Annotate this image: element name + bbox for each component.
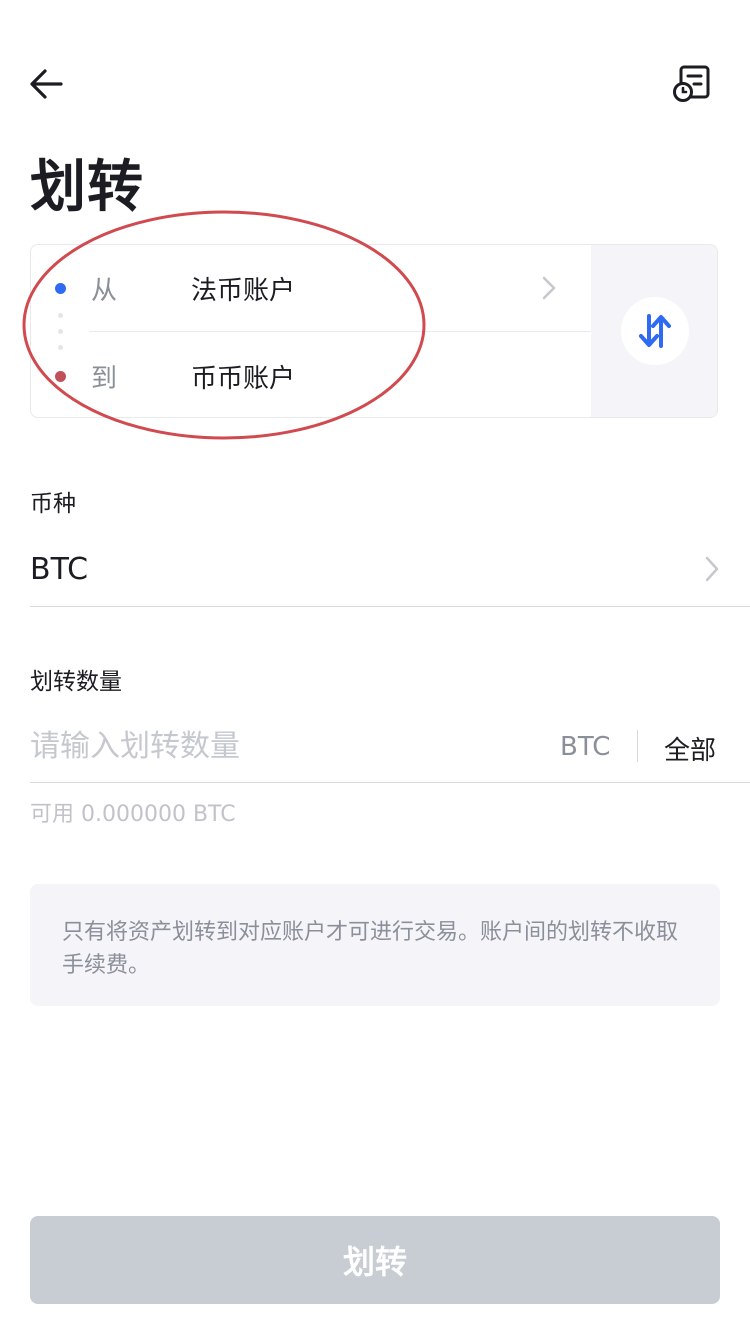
amount-label: 划转数量 <box>30 669 122 695</box>
from-account-name: 法币账户 <box>191 275 296 306</box>
from-label: 从 <box>91 275 118 306</box>
available-balance: 可用 0.000000 BTC <box>30 802 236 827</box>
transfer-notice: 只有将资产划转到对应账户才可进行交易。账户间的划转不收取手续费。 <box>30 884 720 1006</box>
transfer-record-icon <box>673 65 710 102</box>
all-amount-button[interactable]: 全部 <box>664 730 716 767</box>
notice-text: 只有将资产划转到对应账户才可进行交易。账户间的划转不收取手续费。 <box>62 920 679 978</box>
submit-label: 划转 <box>342 1243 407 1281</box>
page-title: 划转 <box>30 155 144 220</box>
swap-accounts-button[interactable] <box>621 297 689 365</box>
coin-selector[interactable]: BTC <box>30 536 750 607</box>
chevron-right-icon <box>705 556 719 582</box>
transfer-submit-button[interactable]: 划转 <box>30 1216 720 1304</box>
swap-arrows-icon <box>639 314 671 348</box>
to-account-name: 币币账户 <box>191 363 296 394</box>
account-selector: 从 法币账户 到 币币账户 <box>31 245 591 417</box>
amount-input[interactable] <box>30 722 530 770</box>
coin-label: 币种 <box>30 491 76 517</box>
transfer-record-button[interactable] <box>668 62 716 106</box>
from-account-row[interactable]: 从 法币账户 <box>31 245 591 331</box>
back-button[interactable] <box>24 62 68 106</box>
row-divider <box>89 331 591 332</box>
coin-value: BTC <box>30 552 89 587</box>
chevron-right-icon <box>542 276 556 300</box>
to-label: 到 <box>91 363 118 394</box>
transfer-account-card: 从 法币账户 到 币币账户 <box>30 244 718 418</box>
unit-divider <box>637 730 638 762</box>
arrow-left-icon <box>30 69 63 99</box>
amount-field: BTC 全部 <box>30 710 750 783</box>
to-account-row[interactable]: 到 币币账户 <box>31 333 591 417</box>
amount-unit: BTC <box>560 732 611 762</box>
swap-panel <box>591 245 717 417</box>
